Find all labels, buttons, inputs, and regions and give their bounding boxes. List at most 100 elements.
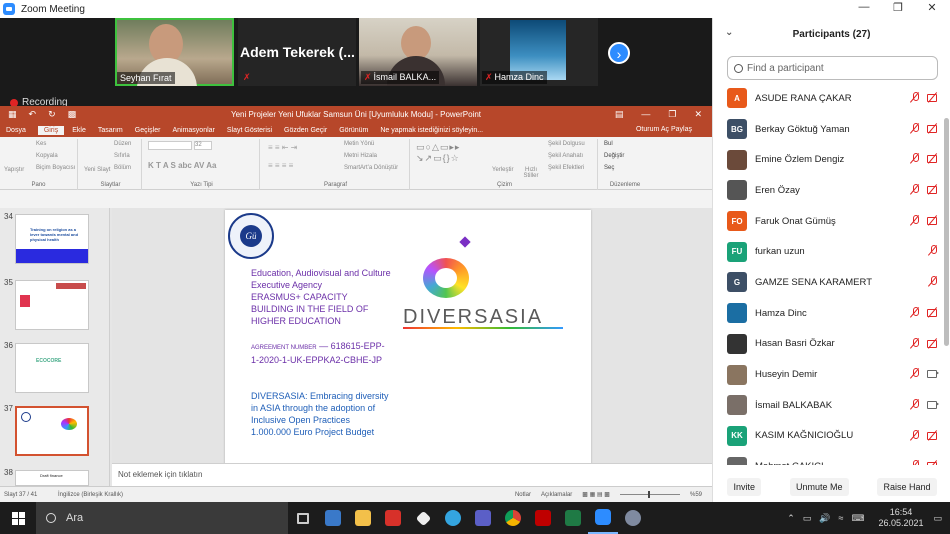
- participant-list-scrollbar[interactable]: [944, 118, 949, 346]
- slide-thumb-38[interactable]: Draft finance: [15, 470, 89, 486]
- participant-row[interactable]: Hasan Basri Özkar: [713, 329, 943, 360]
- arrange-button[interactable]: Yerleştir: [492, 167, 513, 173]
- shape-effects-button[interactable]: Şekil Efektleri: [548, 165, 584, 171]
- signin-share[interactable]: Oturum Aç Paylaş: [636, 126, 692, 133]
- filezilla-icon[interactable]: [528, 502, 558, 534]
- excel-icon[interactable]: [558, 502, 588, 534]
- clock[interactable]: 16:54 26.05.2021: [878, 507, 923, 529]
- text-direction-button[interactable]: Metin Yönü: [344, 141, 374, 147]
- notes-toggle[interactable]: Notlar: [515, 492, 531, 498]
- participant-row[interactable]: Eren Özay: [713, 175, 943, 206]
- ppt-close-icon[interactable]: ✕: [694, 109, 702, 120]
- zoom-level[interactable]: %59: [690, 492, 702, 498]
- tab-animasyonlar[interactable]: Animasyonlar: [172, 127, 214, 134]
- layout-button[interactable]: Düzen: [114, 141, 131, 147]
- tell-me-search[interactable]: Ne yapmak istediğinizi söyleyin...: [380, 127, 483, 134]
- language-status[interactable]: İngilizce (Birleşik Krallık): [58, 492, 123, 498]
- wifi-icon[interactable]: ≈: [838, 513, 843, 523]
- unmute-me-button[interactable]: Unmute Me: [789, 478, 849, 496]
- new-slide-button[interactable]: Yeni Slayt: [84, 167, 110, 173]
- participant-search-input[interactable]: Find a participant: [727, 56, 938, 80]
- align-buttons[interactable]: ≡ ≡ ≡ ≡: [268, 161, 293, 170]
- tab-dosya[interactable]: Dosya: [6, 127, 26, 134]
- reset-button[interactable]: Sıfırla: [114, 153, 130, 159]
- participant-row[interactable]: G GAMZE SENA KARAMERT: [713, 267, 943, 298]
- zoom-taskbar-icon[interactable]: [588, 502, 618, 534]
- acrobat-icon[interactable]: [378, 502, 408, 534]
- teams-icon[interactable]: [468, 502, 498, 534]
- copy-button[interactable]: Kopyala: [36, 153, 58, 159]
- participant-row[interactable]: FU furkan uzun: [713, 236, 943, 267]
- participant-row[interactable]: Emine Özlem Dengiz: [713, 144, 943, 175]
- notes-pane[interactable]: Not eklemek için tıklatın: [112, 463, 712, 486]
- view-buttons[interactable]: ▩ ▦ ▤ ▩: [582, 491, 610, 498]
- tab-ekle[interactable]: Ekle: [72, 127, 86, 134]
- tab-gozden-gecir[interactable]: Gözden Geçir: [284, 127, 327, 134]
- comments-toggle[interactable]: Açıklamalar: [541, 492, 572, 498]
- participant-row[interactable]: Hamza Dinc: [713, 298, 943, 329]
- participant-row[interactable]: A ASUDE RANA ÇAKAR: [713, 83, 943, 114]
- unity-icon[interactable]: [408, 502, 438, 534]
- participant-row[interactable]: KK KASIM KAĞNICIOĞLU: [713, 421, 943, 452]
- video-tile-adem[interactable]: Adem Tekerek (... ✗: [238, 18, 356, 86]
- tray-chevron-icon[interactable]: ⌃: [787, 513, 795, 524]
- zoom-slider[interactable]: [619, 491, 680, 498]
- file-explorer-icon[interactable]: [348, 502, 378, 534]
- other-app-icon[interactable]: [618, 502, 648, 534]
- collapse-chevron-icon[interactable]: ⌄: [725, 27, 733, 38]
- participant-row[interactable]: FO Faruk Onat Gümüş: [713, 206, 943, 237]
- shape-outline-button[interactable]: Şekil Anahatı: [548, 153, 583, 159]
- volume-icon[interactable]: 🔊: [819, 513, 830, 524]
- participant-row[interactable]: Huseyin Demir: [713, 359, 943, 390]
- maximize-button[interactable]: ❐: [888, 1, 908, 14]
- store-icon[interactable]: [318, 502, 348, 534]
- chrome-icon[interactable]: [498, 502, 528, 534]
- font-format-buttons[interactable]: K T A S abc AV Aa: [148, 161, 216, 170]
- replace-button[interactable]: Değiştir: [604, 153, 624, 159]
- shape-fill-button[interactable]: Şekil Dolgusu: [548, 141, 585, 147]
- video-tile-seyhan[interactable]: Seyhan Fırat: [115, 18, 234, 86]
- slide-thumb-34[interactable]: Training on religion as a lever towards …: [15, 214, 89, 264]
- video-tile-hamza[interactable]: ✗ Hamza Dinc: [480, 18, 598, 86]
- select-button[interactable]: Seç: [604, 165, 614, 171]
- current-slide[interactable]: Gü DIVERSASIA Education, Audiovisual and…: [225, 210, 591, 466]
- font-name-field[interactable]: [148, 141, 192, 150]
- start-button[interactable]: [0, 502, 36, 534]
- keyboard-icon[interactable]: ⌨: [851, 513, 864, 524]
- tab-giris[interactable]: Giriş: [37, 126, 65, 135]
- format-painter-button[interactable]: Biçim Boyacısı: [36, 165, 75, 171]
- quick-styles-button[interactable]: Hızlı Stiller: [520, 167, 542, 179]
- section-button[interactable]: Bölüm: [114, 165, 131, 171]
- minimize-button[interactable]: —: [854, 1, 874, 13]
- ppt-restore-icon[interactable]: ❐: [668, 109, 676, 120]
- notifications-icon[interactable]: ▭: [933, 513, 942, 524]
- font-size-field[interactable]: 32: [194, 141, 212, 150]
- video-tile-ismail[interactable]: ✗ İsmail BALKA...: [359, 18, 477, 86]
- cut-button[interactable]: Kes: [36, 141, 46, 147]
- next-videos-button[interactable]: ›: [608, 42, 630, 64]
- slide-thumb-36[interactable]: ECOCORE: [15, 343, 89, 393]
- taskbar-search[interactable]: Ara: [36, 502, 288, 534]
- slide-thumb-37-selected[interactable]: [15, 406, 89, 456]
- task-view-icon[interactable]: [288, 502, 318, 534]
- list-buttons[interactable]: ≡ ≡ ⇤ ⇥: [268, 143, 297, 152]
- tab-gorunum[interactable]: Görünüm: [339, 127, 368, 134]
- ppt-minimize-icon[interactable]: —: [641, 109, 650, 120]
- participant-row[interactable]: BG Berkay Göktuğ Yaman: [713, 114, 943, 145]
- tab-tasarim[interactable]: Tasarım: [98, 127, 123, 134]
- raise-hand-button[interactable]: Raise Hand: [877, 478, 937, 496]
- invite-button[interactable]: Invite: [727, 478, 761, 496]
- close-button[interactable]: ✕: [922, 1, 942, 14]
- tab-gecisler[interactable]: Geçişler: [135, 127, 161, 134]
- ribbon-options-icon[interactable]: ▤: [615, 109, 624, 120]
- participant-row[interactable]: Mehmet ÇAKICI: [713, 451, 943, 465]
- participant-row[interactable]: İsmail BALKABAK: [713, 390, 943, 421]
- network-icon[interactable]: ▭: [803, 513, 812, 524]
- slide-thumb-35[interactable]: [15, 280, 89, 330]
- align-text-button[interactable]: Metni Hizala: [344, 153, 377, 159]
- telegram-icon[interactable]: [438, 502, 468, 534]
- tab-slayt-gosterisi[interactable]: Slayt Gösterisi: [227, 127, 272, 134]
- paste-button[interactable]: Yapıştır: [4, 167, 24, 173]
- smartart-button[interactable]: SmartArt'a Dönüştür: [344, 165, 398, 171]
- shapes-gallery[interactable]: ▭○△▭▸▸ ↘↗▭{}☆: [416, 142, 460, 164]
